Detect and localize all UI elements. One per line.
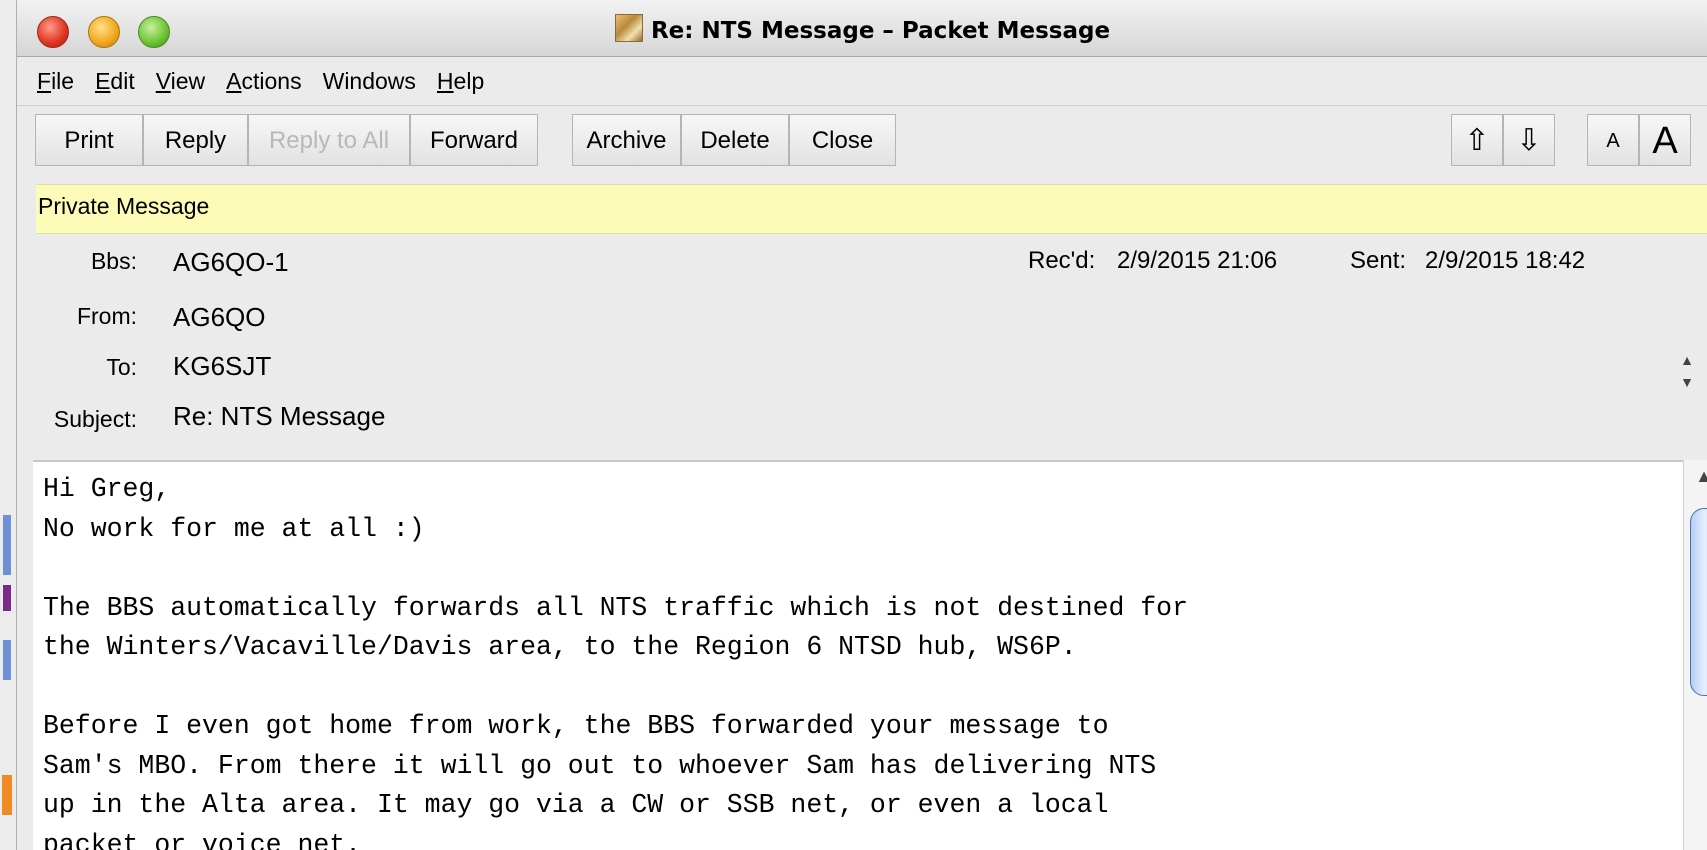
menu-help-label: elp [453,67,485,94]
body-vertical-scrollbar[interactable]: ▲ [1683,460,1707,850]
background-blue-strip [3,515,11,575]
menu-actions-label: ctions [241,67,302,94]
bbs-value: AG6QO-1 [173,247,289,277]
menu-windows-label: Windows [322,67,416,94]
window-title-text: Re: NTS Message – Packet Message [650,18,1111,44]
background-blue-strip [3,640,11,680]
previous-message-arrow-icon[interactable]: ⇧ [1451,114,1503,166]
menu-bar: File Edit View Actions Windows Help [17,57,1707,106]
next-message-arrow-icon[interactable]: ⇩ [1503,114,1555,166]
from-value: AG6QO [173,302,266,332]
message-body-pane[interactable]: Hi Greg, No work for me at all :) The BB… [33,460,1683,850]
subject-label: Subject: [53,406,137,432]
menu-edit-label: dit [110,67,135,94]
to-label: To: [106,354,137,380]
forward-button[interactable]: Forward [410,114,538,166]
title-bar[interactable]: Re: NTS Message – Packet Message [17,0,1707,57]
menu-file-label: ile [51,67,75,94]
close-button[interactable]: Close [789,114,896,166]
background-window-edge [0,0,16,850]
reply-all-button[interactable]: Reply to All [248,114,410,166]
to-value: KG6SJT [173,351,272,381]
window-title: Re: NTS Message – Packet Message [17,14,1707,44]
reply-button[interactable]: Reply [143,114,248,166]
received-value: 2/9/2015 21:06 [1117,247,1278,274]
decrease-font-button[interactable]: A [1587,114,1639,166]
background-orange-strip [2,775,12,815]
received-label: Rec'd: [1028,247,1096,274]
private-message-banner: Private Message [36,184,1707,234]
delete-button[interactable]: Delete [681,114,789,166]
increase-font-button[interactable]: A [1639,114,1691,166]
message-window: Re: NTS Message – Packet Message File Ed… [16,0,1707,850]
bbs-label: Bbs: [90,248,137,274]
menu-file[interactable]: File [37,68,74,95]
scroll-up-arrow-icon[interactable]: ▲ [1684,466,1707,487]
from-label: From: [76,303,137,329]
menu-view[interactable]: View [156,68,205,95]
menu-help[interactable]: Help [437,68,484,95]
sent-label: Sent: [1350,247,1407,274]
menu-edit[interactable]: Edit [95,68,135,95]
header-scroll-up-icon[interactable]: ▲ [1675,349,1699,371]
background-purple-strip [3,585,11,611]
packet-message-icon [614,14,643,42]
subject-value: Re: NTS Message [173,401,386,431]
print-button[interactable]: Print [35,114,143,166]
menu-windows[interactable]: Windows [323,68,416,95]
header-scroll-arrows[interactable]: ▲ ▼ [1675,349,1699,397]
header-scroll-down-icon[interactable]: ▼ [1675,371,1699,393]
scroll-thumb[interactable] [1690,508,1707,696]
archive-button[interactable]: Archive [572,114,681,166]
menu-actions[interactable]: Actions [226,68,301,95]
toolbar: Print Reply Reply to All Forward Archive… [17,106,1707,176]
sent-value: 2/9/2015 18:42 [1425,247,1586,274]
message-body-text[interactable]: Hi Greg, No work for me at all :) The BB… [33,462,1683,850]
menu-view-label: iew [170,67,206,94]
